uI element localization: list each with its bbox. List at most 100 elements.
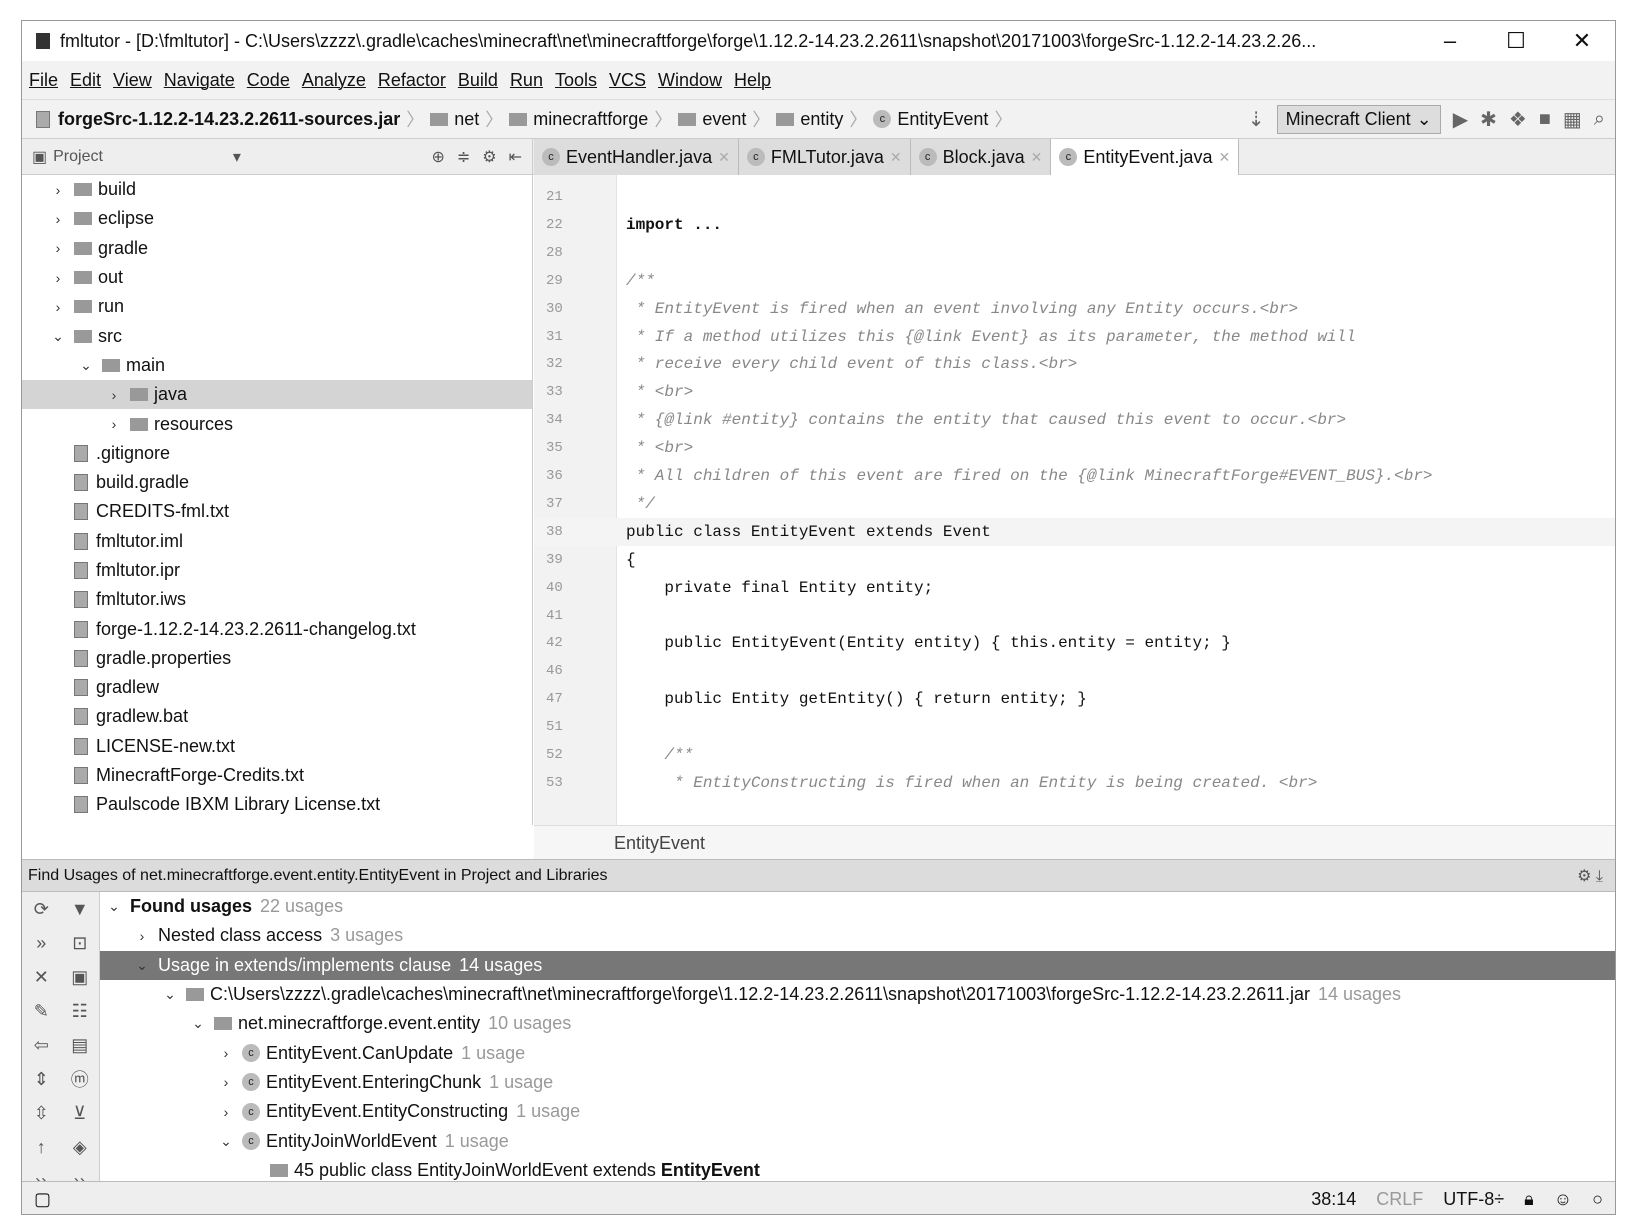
project-structure-icon[interactable]: ▦ xyxy=(1563,107,1582,132)
tab-block[interactable]: c Block.java ✕ xyxy=(910,139,1052,175)
breadcrumb-item[interactable]: forgeSrc-1.12.2-14.23.2.2611-sources.jar… xyxy=(36,106,424,132)
usage-tree-item[interactable]: ⌄ Usage in extends/implements clause 14 us… xyxy=(100,950,1615,980)
menu-item-tools[interactable]: Tools xyxy=(555,70,597,91)
editor-breadcrumb[interactable]: EntityEvent xyxy=(534,825,1615,859)
breadcrumb-item[interactable]: net 〉 xyxy=(430,106,503,132)
menu-item-window[interactable]: Window xyxy=(658,70,722,91)
project-tree-item[interactable]: Paulscode SoundSystem CodecIBXM License.… xyxy=(22,820,532,825)
rerun-icon[interactable]: ⟳ xyxy=(34,899,49,920)
file-encoding[interactable]: UTF-8÷ xyxy=(1443,1189,1504,1210)
tab-fmltutor[interactable]: c FMLTutor.java ✕ xyxy=(738,139,911,175)
close-tab-icon[interactable]: ✕ xyxy=(1218,149,1230,166)
menu-item-build[interactable]: Build xyxy=(458,70,498,91)
menu-item-help[interactable]: Help xyxy=(734,70,771,91)
close-icon[interactable]: ✕ xyxy=(34,967,49,988)
package-icon[interactable]: ▤ xyxy=(71,1035,88,1056)
usage-tree-item[interactable]: › c EntityEvent.EntityConstructing 1 usage xyxy=(100,1097,1615,1126)
breadcrumb-item[interactable]: entity 〉 xyxy=(776,106,867,132)
line-separator[interactable]: CRLF xyxy=(1376,1189,1423,1210)
collapse-all-icon[interactable]: ⇳ xyxy=(34,1103,49,1124)
module-icon[interactable]: ▣ xyxy=(71,967,88,988)
project-tree-item[interactable]: › resources xyxy=(22,409,532,438)
project-tree-item[interactable]: › out xyxy=(22,263,532,292)
menu-item-code[interactable]: Code xyxy=(247,70,290,91)
project-tree-item[interactable]: fmltutor.ipr xyxy=(22,556,532,585)
method-icon[interactable]: ⓜ xyxy=(71,1066,89,1092)
project-tree-item[interactable]: › java xyxy=(22,380,532,410)
project-tree-item[interactable]: build.gradle xyxy=(22,468,532,497)
breadcrumb-item[interactable]: c EntityEvent 〉 xyxy=(873,106,1012,132)
sort-icon[interactable]: ⇣ xyxy=(1248,107,1265,132)
expand-icon[interactable]: » xyxy=(36,933,46,954)
preview-icon[interactable]: ◈ xyxy=(73,1137,87,1158)
close-tab-icon[interactable]: ✕ xyxy=(890,149,902,166)
usage-tree-item[interactable]: ⌄ C:\Users\zzzz\.gradle\caches\minecraft\… xyxy=(100,980,1615,1009)
inspector-icon[interactable]: ☺ xyxy=(1554,1189,1572,1210)
caret-position[interactable]: 38:14 xyxy=(1311,1189,1356,1210)
run-icon[interactable]: ▶ xyxy=(1453,107,1468,132)
code-editor[interactable]: 21 22 import ... 28 29 /** 30 * EntityEvent is… xyxy=(534,175,1615,825)
breadcrumb-item[interactable]: minecraftforge 〉 xyxy=(509,106,672,132)
usage-tree-item[interactable]: ⌄ Found usages 22 usages xyxy=(100,892,1615,921)
gear-icon[interactable]: ⚙ xyxy=(1577,868,1591,885)
project-panel-header[interactable]: ▣ Project ▾ ⊕ ≑ ⚙ ⇤ xyxy=(22,139,533,175)
debug-icon[interactable]: ✱ xyxy=(1480,107,1497,132)
menu-item-analyze[interactable]: Analyze xyxy=(302,70,366,91)
menu-item-refactor[interactable]: Refactor xyxy=(378,70,446,91)
usage-tree-item[interactable]: › Nested class access 3 usages xyxy=(100,921,1615,950)
toggle-panels-icon[interactable]: ▢ xyxy=(34,1189,51,1210)
tree-icon[interactable]: ☷ xyxy=(72,1001,88,1022)
run-config-select[interactable]: Minecraft Client ⌄ xyxy=(1276,104,1441,134)
project-tree-item[interactable]: › build xyxy=(22,175,532,204)
project-tree-item[interactable]: › run xyxy=(22,292,532,321)
group-icon[interactable]: ⊡ xyxy=(72,933,87,954)
maximize-button[interactable]: ☐ xyxy=(1483,28,1549,54)
minimize-button[interactable]: – xyxy=(1417,28,1483,54)
menu-item-navigate[interactable]: Navigate xyxy=(164,70,235,91)
close-tab-icon[interactable]: ✕ xyxy=(718,149,730,166)
close-tab-icon[interactable]: ✕ xyxy=(1031,149,1043,166)
previous-icon[interactable]: ⇦ xyxy=(34,1035,49,1056)
collapse-icon[interactable]: ≑ xyxy=(457,147,470,167)
project-tree-item[interactable]: LICENSE-new.txt xyxy=(22,732,532,761)
breadcrumb-item[interactable]: event 〉 xyxy=(678,106,770,132)
usage-tree-item[interactable]: › c EntityEvent.CanUpdate 1 usage xyxy=(100,1038,1615,1067)
merge-icon[interactable]: ⊻ xyxy=(73,1103,86,1124)
lock-icon[interactable]: 🔒︎ xyxy=(1524,1189,1534,1210)
project-tree-item[interactable]: Paulscode IBXM Library License.txt xyxy=(22,790,532,819)
dropdown-icon[interactable]: ▾ xyxy=(233,147,241,167)
menu-item-edit[interactable]: Edit xyxy=(70,70,101,91)
project-tree-item[interactable]: gradlew xyxy=(22,673,532,702)
project-tree-item[interactable]: CREDITS-fml.txt xyxy=(22,497,532,526)
project-tree-item[interactable]: ⌄ src xyxy=(22,321,532,350)
hide-panel-icon[interactable]: ⤓ xyxy=(1596,868,1603,885)
project-tree-item[interactable]: gradlew.bat xyxy=(22,702,532,731)
hide-icon[interactable]: ⇤ xyxy=(509,147,522,167)
menu-item-file[interactable]: File xyxy=(29,70,58,91)
project-tree-item[interactable]: gradle.properties xyxy=(22,644,532,673)
project-tree-item[interactable]: fmltutor.iml xyxy=(22,527,532,556)
menu-item-vcs[interactable]: VCS xyxy=(609,70,646,91)
up-icon[interactable]: ↑ xyxy=(37,1137,46,1158)
project-tree-item[interactable]: fmltutor.iws xyxy=(22,585,532,614)
gear-icon[interactable]: ⚙ xyxy=(482,147,496,167)
usage-tree-item[interactable]: › c EntityEvent.EnteringChunk 1 usage xyxy=(100,1068,1615,1097)
tab-entityevent[interactable]: c EntityEvent.java ✕ xyxy=(1051,139,1240,175)
filter-icon[interactable]: ▼ xyxy=(71,899,89,920)
project-tree-item[interactable]: .gitignore xyxy=(22,439,532,468)
search-icon[interactable]: ○ xyxy=(1592,1189,1603,1210)
pin-icon[interactable]: ✎ xyxy=(34,1001,49,1022)
tab-eventhandler[interactable]: c EventHandler.java ✕ xyxy=(534,139,739,175)
project-tree-item[interactable]: MinecraftForge-Credits.txt xyxy=(22,761,532,790)
close-button[interactable]: ✕ xyxy=(1549,28,1615,54)
project-tree-item[interactable]: › eclipse xyxy=(22,204,532,233)
stop-icon[interactable]: ■ xyxy=(1539,108,1551,131)
search-icon[interactable]: ⌕ xyxy=(1594,108,1605,131)
project-tree-item[interactable]: forge-1.12.2-14.23.2.2611-changelog.txt xyxy=(22,614,532,643)
usage-tree-item[interactable]: ⌄ net.minecraftforge.event.entity 10 usage… xyxy=(100,1009,1615,1038)
menu-item-view[interactable]: View xyxy=(113,70,152,91)
usage-tree-item[interactable]: ⌄ c EntityJoinWorldEvent 1 usage xyxy=(100,1126,1615,1155)
menu-item-run[interactable]: Run xyxy=(510,70,543,91)
project-tree-item[interactable]: › gradle xyxy=(22,234,532,263)
coverage-icon[interactable]: ❖ xyxy=(1509,107,1527,132)
